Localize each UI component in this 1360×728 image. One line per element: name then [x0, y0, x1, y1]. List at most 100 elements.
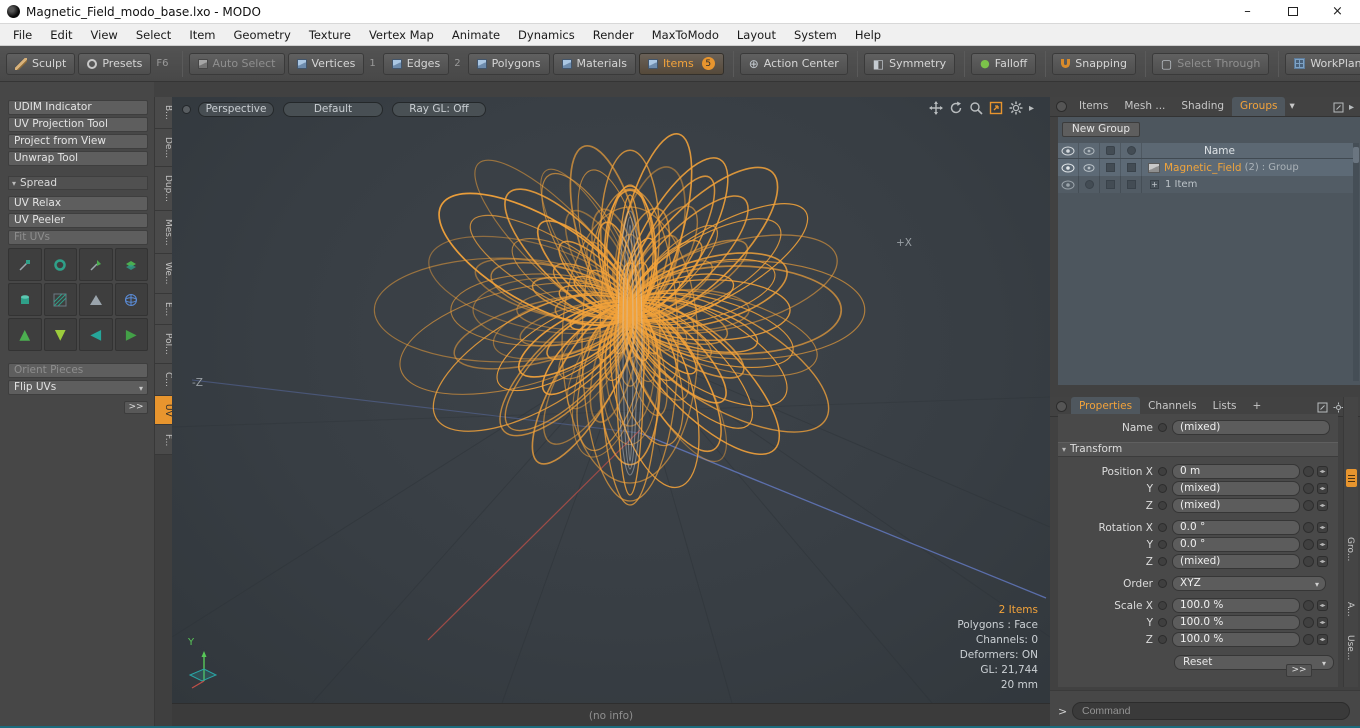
- menu-item-animate[interactable]: Animate: [443, 24, 509, 46]
- tool-button-uv-projection-tool[interactable]: UV Projection Tool: [8, 117, 148, 132]
- envelope-mini-icon[interactable]: ◂▸: [1317, 617, 1328, 628]
- 3d-viewport[interactable]: Perspective Default Ray GL: Off ▸ -Z +X 2 …: [172, 97, 1050, 703]
- channel-mini-icon[interactable]: [1303, 466, 1314, 477]
- menu-item-render[interactable]: Render: [584, 24, 643, 46]
- panel-maximize-icon[interactable]: [1317, 402, 1328, 413]
- viewport-settings-gear-icon[interactable]: [1009, 101, 1023, 115]
- envelope-mini-icon[interactable]: ◂▸: [1317, 634, 1328, 645]
- item-toggle-2[interactable]: [1121, 159, 1142, 176]
- menu-item-vertex-map[interactable]: Vertex Map: [360, 24, 443, 46]
- uv-tool-icon-1[interactable]: [8, 248, 42, 281]
- workplane-button[interactable]: WorkPlane: [1285, 52, 1360, 75]
- move-right-icon[interactable]: ▶: [114, 318, 148, 351]
- order-dropdown[interactable]: XYZ ▾: [1172, 576, 1326, 591]
- right-tab-gro[interactable]: Gro...: [1345, 537, 1355, 561]
- menu-item-geometry[interactable]: Geometry: [225, 24, 300, 46]
- close-button[interactable]: ×: [1315, 0, 1360, 24]
- menu-item-select[interactable]: Select: [127, 24, 180, 46]
- uv-tool-icon-3[interactable]: [79, 248, 113, 281]
- left-tab-dup[interactable]: Dup...: [155, 166, 173, 211]
- channel-toggle[interactable]: [1158, 579, 1167, 588]
- move-down-icon[interactable]: ▼: [43, 318, 77, 351]
- tool-button-uv-relax[interactable]: UV Relax: [8, 196, 148, 211]
- action-center-button[interactable]: ⊕ Action Center: [739, 52, 848, 75]
- render-column-icon[interactable]: [1079, 143, 1100, 158]
- tab-groups[interactable]: Groups: [1232, 97, 1286, 116]
- visibility-column-eye-icon[interactable]: [1058, 143, 1079, 158]
- panel-menu-icon[interactable]: [1056, 101, 1067, 112]
- panel-chevron-icon[interactable]: ▸: [1349, 102, 1354, 113]
- menu-item-texture[interactable]: Texture: [300, 24, 360, 46]
- vertices-button[interactable]: Vertices: [287, 52, 365, 75]
- viewport-control-default[interactable]: Default: [283, 102, 383, 117]
- menu-item-file[interactable]: File: [4, 24, 41, 46]
- properties-more-button[interactable]: >>: [1286, 664, 1312, 677]
- value-field[interactable]: (mixed): [1172, 481, 1300, 496]
- uv-tool-icon-5[interactable]: [8, 283, 42, 316]
- envelope-mini-icon[interactable]: ◂▸: [1317, 483, 1328, 494]
- child-toggle-2[interactable]: [1121, 176, 1142, 193]
- move-left-icon[interactable]: ◀: [79, 318, 113, 351]
- left-tab-de[interactable]: De...: [155, 128, 173, 167]
- envelope-mini-icon[interactable]: ◂▸: [1317, 522, 1328, 533]
- edges-button[interactable]: Edges: [382, 52, 450, 75]
- value-field[interactable]: 0.0 °: [1172, 520, 1300, 535]
- left-tab-pol[interactable]: Pol...: [155, 325, 173, 364]
- menu-item-edit[interactable]: Edit: [41, 24, 81, 46]
- menu-item-view[interactable]: View: [82, 24, 127, 46]
- channel-mini-icon[interactable]: [1303, 634, 1314, 645]
- falloff-button[interactable]: ● Falloff: [971, 52, 1037, 75]
- maximize-viewport-icon[interactable]: [989, 101, 1003, 115]
- value-field[interactable]: (mixed): [1172, 554, 1300, 569]
- menu-item-item[interactable]: Item: [180, 24, 224, 46]
- envelope-mini-icon[interactable]: ◂▸: [1317, 466, 1328, 477]
- viewport-menu-icon[interactable]: [182, 105, 191, 114]
- tool-button-unwrap-tool[interactable]: Unwrap Tool: [8, 151, 148, 166]
- materials-button[interactable]: Materials: [552, 52, 636, 75]
- tabs-overflow-caret-icon[interactable]: ▾: [1285, 97, 1298, 116]
- channel-mini-icon[interactable]: [1303, 539, 1314, 550]
- left-tab-f[interactable]: F...: [155, 425, 173, 456]
- menu-item-help[interactable]: Help: [846, 24, 890, 46]
- items-button[interactable]: Items 5: [638, 52, 724, 75]
- envelope-mini-icon[interactable]: ◂▸: [1317, 556, 1328, 567]
- uv-tool-icon-2[interactable]: [43, 248, 77, 281]
- snapping-button[interactable]: Snapping: [1052, 52, 1136, 75]
- uv-tool-icon-8[interactable]: [114, 283, 148, 316]
- item-render-icon[interactable]: [1079, 159, 1100, 176]
- channel-mini-icon[interactable]: [1303, 500, 1314, 511]
- channel-mini-icon[interactable]: [1303, 522, 1314, 533]
- channel-toggle[interactable]: [1158, 484, 1167, 493]
- pan-icon[interactable]: [928, 101, 943, 115]
- menu-item-maxtomodo[interactable]: MaxToModo: [643, 24, 728, 46]
- name-channel-toggle[interactable]: [1158, 423, 1167, 432]
- filter-column-icon[interactable]: [1121, 143, 1142, 158]
- item-name[interactable]: Magnetic_Field: [1164, 162, 1242, 174]
- channel-toggle[interactable]: [1158, 540, 1167, 549]
- value-field[interactable]: (mixed): [1172, 498, 1300, 513]
- presets-button[interactable]: Presets: [78, 52, 152, 75]
- left-tab-c[interactable]: C...: [155, 363, 173, 396]
- envelope-mini-icon[interactable]: ◂▸: [1317, 600, 1328, 611]
- right-tab-a[interactable]: A...: [1345, 602, 1355, 617]
- transform-section-header[interactable]: ▾ Transform: [1058, 442, 1338, 457]
- expand-plus-icon[interactable]: +: [1150, 180, 1159, 189]
- left-tab-uv[interactable]: UV: [155, 395, 173, 426]
- menu-item-layout[interactable]: Layout: [728, 24, 785, 46]
- move-up-icon[interactable]: ▲: [8, 318, 42, 351]
- panel-maximize-icon[interactable]: [1333, 102, 1344, 113]
- left-tab-we[interactable]: We...: [155, 254, 173, 294]
- channel-mini-icon[interactable]: [1303, 556, 1314, 567]
- uv-tool-icon-6[interactable]: [43, 283, 77, 316]
- item-toggle-1[interactable]: [1100, 159, 1121, 176]
- name-field[interactable]: (mixed): [1172, 420, 1330, 435]
- left-tab-e[interactable]: E...: [155, 293, 173, 326]
- channel-mini-icon[interactable]: [1303, 617, 1314, 628]
- right-tab-use[interactable]: Use...: [1345, 635, 1355, 660]
- child-toggle-1[interactable]: [1100, 176, 1121, 193]
- channel-toggle[interactable]: [1158, 618, 1167, 627]
- viewport-control-perspective[interactable]: Perspective: [198, 102, 274, 117]
- value-field[interactable]: 0 m: [1172, 464, 1300, 479]
- select-through-button[interactable]: ▢ Select Through: [1151, 52, 1270, 75]
- tool-button-udim-indicator[interactable]: UDIM Indicator: [8, 100, 148, 115]
